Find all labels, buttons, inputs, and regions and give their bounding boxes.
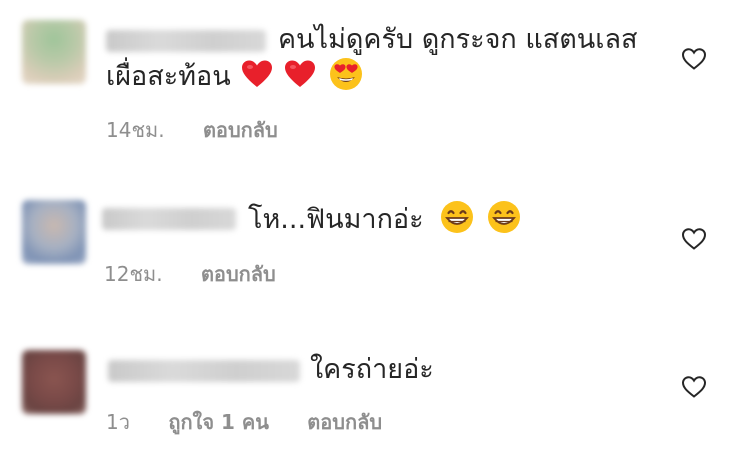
like-heart-icon[interactable] <box>681 226 707 252</box>
comment-meta: 1ว ถูกใจ 1 คน ตอบกลับ <box>106 406 414 438</box>
red-heart-icon <box>242 60 273 87</box>
comment-meta: 12ชม. ตอบกลับ <box>104 258 308 290</box>
reply-button[interactable]: ตอบกลับ <box>203 118 278 142</box>
comment-time: 12ชม. <box>104 262 163 286</box>
comment-text-line: ใครถ่ายอ่ะ <box>310 350 434 390</box>
red-heart-icon <box>284 60 315 87</box>
like-heart-icon[interactable] <box>681 46 707 72</box>
comment-time: 1ว <box>106 410 130 434</box>
comment-text: โห...ฟินมากอ่ะ <box>248 204 424 235</box>
likes-count[interactable]: ถูกใจ 1 คน <box>168 410 269 434</box>
grinning-face-icon <box>487 201 520 233</box>
username-blurred[interactable] <box>106 30 266 52</box>
comment-text-line: เผื่อสะท้อน <box>106 57 363 97</box>
reply-button[interactable]: ตอบกลับ <box>307 410 382 434</box>
comment-meta: 14ชม. ตอบกลับ <box>106 114 310 146</box>
comment-text: เผื่อสะท้อน <box>106 61 231 92</box>
username-blurred[interactable] <box>108 360 300 382</box>
comment-text: คนไม่ดูครับ ดูกระจก แสตนเลส <box>278 24 638 55</box>
avatar[interactable] <box>22 350 86 414</box>
comment-text-line: โห...ฟินมากอ่ะ <box>248 200 521 240</box>
reply-button[interactable]: ตอบกลับ <box>201 262 276 286</box>
comment-text: ใครถ่ายอ่ะ <box>310 354 434 385</box>
heart-eyes-face-icon <box>329 58 362 90</box>
like-heart-icon[interactable] <box>681 374 707 400</box>
grinning-face-icon <box>441 201 474 233</box>
comment-text-line: คนไม่ดูครับ ดูกระจก แสตนเลส <box>278 20 637 60</box>
username-blurred[interactable] <box>102 208 236 230</box>
avatar[interactable] <box>22 20 86 84</box>
comment-time: 14ชม. <box>106 118 165 142</box>
avatar[interactable] <box>22 200 86 264</box>
